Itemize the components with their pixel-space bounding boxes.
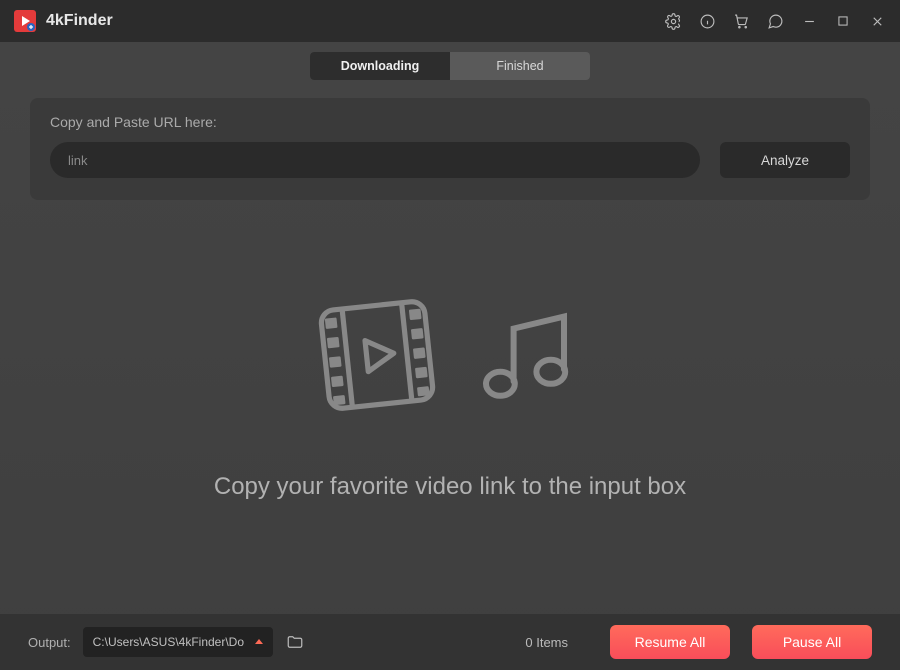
empty-message: Copy your favorite video link to the inp… <box>0 473 900 501</box>
minimize-icon[interactable] <box>800 12 818 30</box>
info-icon[interactable] <box>698 12 716 30</box>
bottombar: Output: C:\Users\ASUS\4kFinder\Do 0 Item… <box>0 614 900 670</box>
url-label: Copy and Paste URL here: <box>50 114 850 130</box>
segmented-tabs: Downloading Finished <box>310 52 590 80</box>
chat-icon[interactable] <box>766 12 784 30</box>
app-title: 4kFinder <box>46 12 113 30</box>
empty-state: Copy your favorite video link to the inp… <box>0 290 900 501</box>
open-folder-button[interactable] <box>285 632 305 652</box>
url-input[interactable] <box>50 142 700 178</box>
output-path-text: C:\Users\ASUS\4kFinder\Do <box>93 635 244 649</box>
titlebar: 4kFinder <box>0 0 900 42</box>
caret-up-icon <box>255 639 263 644</box>
settings-icon[interactable] <box>664 12 682 30</box>
cart-icon[interactable] <box>732 12 750 30</box>
tab-downloading[interactable]: Downloading <box>310 52 450 80</box>
film-icon <box>312 290 442 425</box>
analyze-button[interactable]: Analyze <box>720 142 850 178</box>
app-logo <box>14 10 36 32</box>
tab-finished[interactable]: Finished <box>450 52 590 80</box>
url-panel: Copy and Paste URL here: Analyze <box>30 98 870 200</box>
close-icon[interactable] <box>868 12 886 30</box>
resume-all-button[interactable]: Resume All <box>610 625 730 659</box>
output-label: Output: <box>28 635 71 650</box>
tabs-row: Downloading Finished <box>0 42 900 80</box>
maximize-icon[interactable] <box>834 12 852 30</box>
pause-all-button[interactable]: Pause All <box>752 625 872 659</box>
items-count: 0 Items <box>525 635 568 650</box>
output-path-dropdown[interactable]: C:\Users\ASUS\4kFinder\Do <box>83 627 273 657</box>
music-icon <box>468 295 588 420</box>
titlebar-controls <box>664 12 886 30</box>
